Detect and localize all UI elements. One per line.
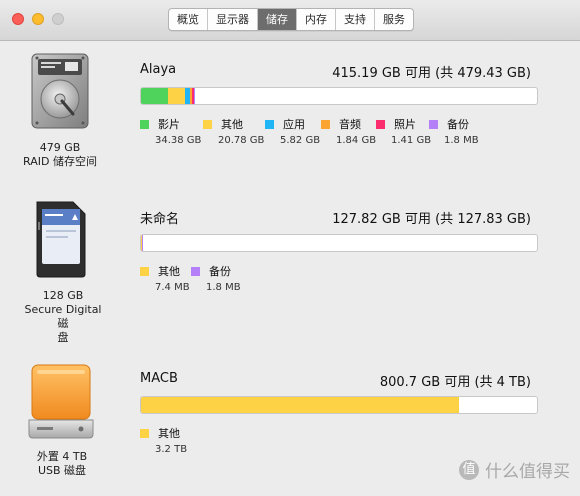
device-type-label-cont: 盘 [57,331,69,344]
bar-segment-movies [141,88,168,104]
volume-capacity-alaya: 415.19 GB 可用 (共 479.43 GB) [332,66,531,81]
legend-other: 其他 3.2 TB [140,426,187,455]
minimize-window-button[interactable] [32,13,44,25]
segmented-tab-control: 概览 显示器 储存 内存 支持 服务 [168,8,414,31]
storage-bar-alaya [140,87,538,105]
legend-size: 34.38 GB [155,135,202,146]
device-size-label: 479 GB [39,141,81,154]
legend-label: 其他 [158,265,180,278]
device-type-label: USB 磁盘 [37,464,87,477]
legend-other: 其他 20.78 GB [203,117,264,146]
legend-movies: 影片 34.38 GB [140,117,201,146]
volume-capacity-untitled: 127.82 GB 可用 (共 127.83 GB) [332,212,531,227]
legend-size: 1.8 MB [444,135,479,146]
tab-displays[interactable]: 显示器 [208,9,258,30]
legend-size: 5.82 GB [280,135,321,146]
legend-other: 其他 7.4 MB [140,264,190,293]
legend-label: 其他 [158,427,180,440]
volume-name-alaya: Alaya [140,62,177,77]
legend-label: 影片 [158,118,180,131]
bar-segment-other [141,397,459,413]
device-type-label: RAID 储存空间 [23,155,97,168]
device-label-usb: 外置 4 TB USB 磁盘 [17,450,107,478]
external-drive-icon [27,362,95,440]
device-type-label: Secure Digital 磁 [24,303,102,330]
hard-drive-icon [29,52,91,130]
legend-label: 备份 [209,265,231,278]
legend-audio: 音频 1.84 GB [321,117,376,146]
tab-support[interactable]: 支持 [336,9,375,30]
device-size-label: 128 GB [42,289,84,302]
watermark: 值 什么值得买 [459,457,570,482]
tab-overview[interactable]: 概览 [169,9,208,30]
legend-size: 1.41 GB [391,135,432,146]
tab-service[interactable]: 服务 [375,9,413,30]
bar-segment-other [168,88,185,104]
legend-label: 照片 [394,118,416,131]
legend-size: 1.8 MB [206,282,241,293]
device-label-sd: 128 GB Secure Digital 磁 盘 [18,289,108,345]
watermark-text: 什么值得买 [485,462,570,482]
storage-bar-untitled [140,234,538,252]
tab-storage[interactable]: 储存 [258,9,297,30]
legend-backups: 备份 1.8 MB [191,264,241,293]
device-size-label: 外置 4 TB [36,450,88,463]
legend-label: 应用 [283,118,305,131]
watermark-badge-icon: 值 [459,459,479,480]
volume-capacity-macb: 800.7 GB 可用 (共 4 TB) [379,375,531,390]
window-titlebar: 概览 显示器 储存 内存 支持 服务 [0,0,580,41]
legend-apps: 应用 5.82 GB [265,117,320,146]
device-label-raid: 479 GB RAID 储存空间 [15,141,105,169]
tab-memory[interactable]: 内存 [297,9,336,30]
storage-bar-macb [140,396,538,414]
legend-backups: 备份 1.8 MB [429,117,479,146]
legend-size: 3.2 TB [155,444,188,455]
zoom-window-button[interactable] [52,13,64,25]
legend-label: 其他 [221,118,243,131]
legend-label: 音频 [339,118,361,131]
sd-card-icon [33,200,89,278]
volume-name-untitled: 未命名 [140,212,180,227]
bar-segment-backups [194,88,195,104]
bar-segment-backups [142,235,143,251]
legend-size: 20.78 GB [218,135,265,146]
legend-size: 7.4 MB [155,282,190,293]
close-window-button[interactable] [12,13,24,25]
legend-photos: 照片 1.41 GB [376,117,431,146]
legend-label: 备份 [447,118,469,131]
legend-size: 1.84 GB [336,135,377,146]
volume-name-macb: MACB [140,371,178,386]
